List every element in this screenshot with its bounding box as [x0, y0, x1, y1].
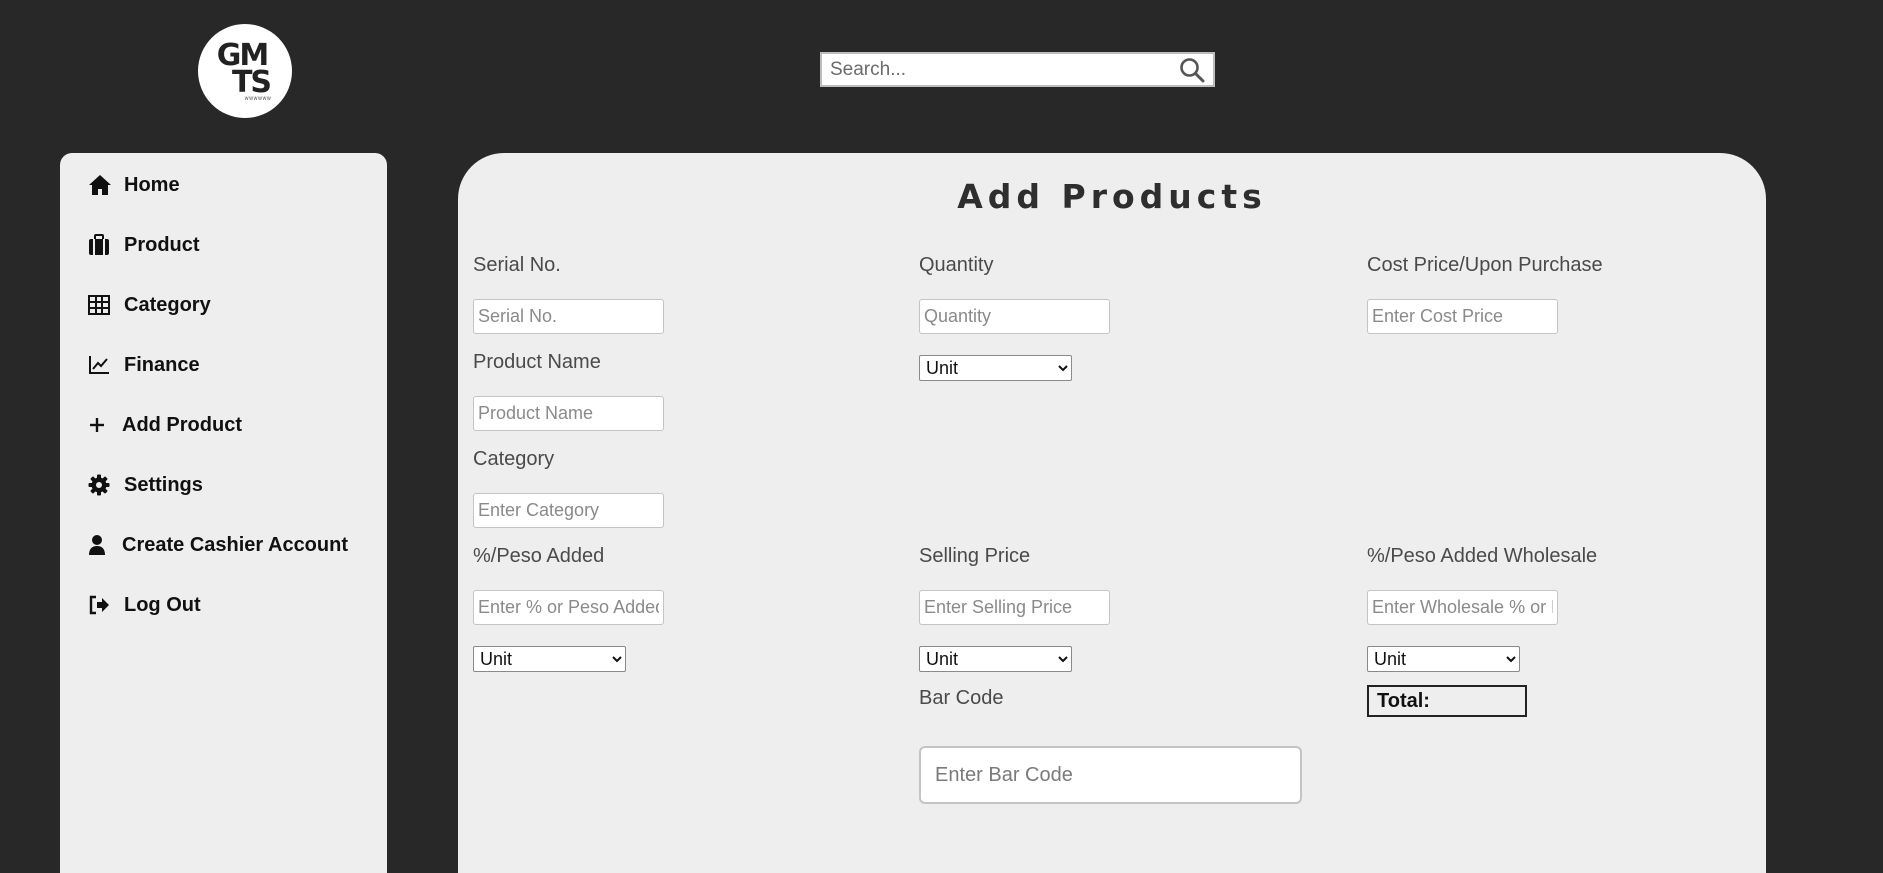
quantity-label: Quantity [919, 254, 994, 276]
sidebar-item-settings[interactable]: Settings [88, 470, 203, 500]
bar-code-label: Bar Code [919, 687, 1004, 709]
search-bar [820, 52, 1215, 87]
cost-price-label: Cost Price/Upon Purchase [1367, 254, 1603, 276]
sidebar: Home Product Category Finance Add Produc… [60, 153, 387, 873]
add-product-panel: Add Products Serial No. Product Name Cat… [458, 153, 1766, 873]
sidebar-item-finance[interactable]: Finance [88, 350, 200, 380]
logo-subtext: WWWWWW [244, 95, 272, 101]
product-name-label: Product Name [473, 351, 601, 373]
quantity-unit-select[interactable]: Unit [919, 355, 1072, 381]
briefcase-icon [88, 234, 114, 256]
wholesale-input[interactable] [1367, 590, 1558, 625]
serial-no-label: Serial No. [473, 254, 561, 276]
serial-no-input[interactable] [473, 299, 664, 334]
table-icon [88, 294, 114, 316]
sidebar-item-category[interactable]: Category [88, 290, 211, 320]
total-label: Total: [1377, 689, 1430, 712]
sidebar-item-product[interactable]: Product [88, 230, 200, 260]
sidebar-item-create-cashier-account[interactable]: Create Cashier Account [88, 530, 348, 560]
peso-added-label: %/Peso Added [473, 545, 605, 567]
logout-icon [88, 594, 114, 616]
sidebar-item-label: Finance [124, 353, 200, 376]
logo: GM TS WWWWWW [198, 24, 292, 118]
sidebar-item-add-product[interactable]: Add Product [88, 410, 242, 440]
cost-price-input[interactable] [1367, 299, 1558, 334]
search-input[interactable] [822, 54, 1175, 85]
chart-line-icon [88, 354, 114, 376]
gear-icon [88, 474, 114, 496]
sidebar-item-label: Settings [124, 473, 203, 496]
plus-icon [88, 414, 112, 436]
search-icon[interactable] [1175, 54, 1209, 85]
quantity-input[interactable] [919, 299, 1110, 334]
sidebar-item-label: Create Cashier Account [122, 533, 348, 556]
page-title: Add Products [957, 177, 1267, 216]
total-display: Total: [1367, 685, 1527, 717]
home-icon [88, 174, 114, 196]
wholesale-label: %/Peso Added Wholesale [1367, 545, 1598, 567]
peso-added-unit-select[interactable]: Unit [473, 646, 626, 672]
wholesale-unit-select[interactable]: Unit [1367, 646, 1520, 672]
sidebar-item-label: Home [124, 173, 180, 196]
product-name-input[interactable] [473, 396, 664, 431]
peso-added-input[interactable] [473, 590, 664, 625]
selling-price-unit-select[interactable]: Unit [919, 646, 1072, 672]
sidebar-item-label: Category [124, 293, 211, 316]
sidebar-item-label: Log Out [124, 593, 201, 616]
sidebar-item-log-out[interactable]: Log Out [88, 590, 201, 620]
sidebar-item-label: Add Product [122, 413, 242, 436]
category-input[interactable] [473, 493, 664, 528]
bar-code-input[interactable] [919, 746, 1302, 804]
user-icon [88, 534, 112, 556]
sidebar-item-label: Product [124, 233, 200, 256]
selling-price-label: Selling Price [919, 545, 1031, 567]
category-label: Category [473, 448, 555, 470]
logo-text-bottom: TS [231, 64, 272, 100]
selling-price-input[interactable] [919, 590, 1110, 625]
sidebar-item-home[interactable]: Home [88, 170, 180, 200]
